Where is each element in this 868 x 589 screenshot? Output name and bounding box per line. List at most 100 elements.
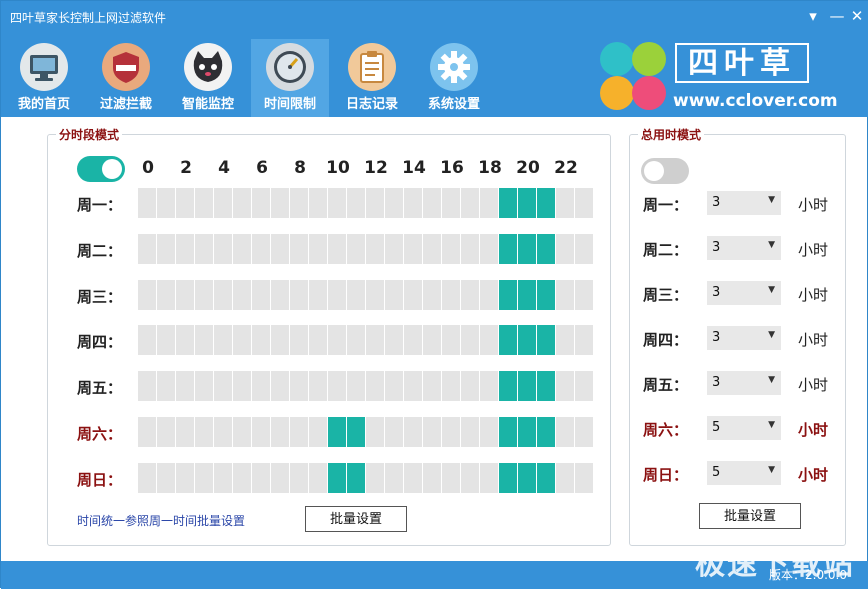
hour-cell[interactable] — [480, 417, 498, 447]
hour-cell[interactable] — [366, 188, 384, 218]
hour-cell[interactable] — [518, 371, 536, 402]
hour-cell[interactable] — [138, 417, 156, 447]
hour-cell[interactable] — [157, 325, 175, 356]
hour-cell[interactable] — [404, 371, 422, 402]
nav-settings[interactable]: 系统设置 — [415, 39, 493, 117]
hour-cell[interactable] — [556, 462, 574, 493]
hour-cell[interactable] — [233, 325, 251, 356]
hour-cell[interactable] — [233, 188, 251, 218]
hour-cell[interactable] — [214, 233, 232, 264]
hours-select[interactable]: 3 ▼ — [707, 191, 781, 215]
hour-cell[interactable] — [480, 371, 498, 402]
hour-cell[interactable] — [461, 462, 479, 493]
hour-cell[interactable] — [233, 279, 251, 310]
hour-cell[interactable] — [176, 417, 194, 447]
hour-cell[interactable] — [195, 233, 213, 264]
hour-cell[interactable] — [347, 233, 365, 264]
hour-cell[interactable] — [271, 417, 289, 447]
nav-monitor[interactable]: 智能监控 — [169, 39, 247, 117]
hour-cell[interactable] — [480, 188, 498, 218]
batch-set-button[interactable]: 批量设置 — [305, 506, 407, 532]
hour-cell[interactable] — [556, 371, 574, 402]
hour-cell[interactable] — [480, 279, 498, 310]
hour-cell[interactable] — [309, 417, 327, 447]
hours-select[interactable]: 3 ▼ — [707, 236, 781, 260]
hour-cell[interactable] — [366, 417, 384, 447]
hour-cell[interactable] — [214, 279, 232, 310]
hour-cell[interactable] — [404, 417, 422, 447]
hour-cell[interactable] — [575, 233, 593, 264]
hour-cell[interactable] — [328, 279, 346, 310]
hour-cell[interactable] — [575, 462, 593, 493]
hour-cell[interactable] — [195, 188, 213, 218]
hour-cell[interactable] — [537, 279, 555, 310]
hour-cell[interactable] — [157, 417, 175, 447]
hour-cell[interactable] — [214, 371, 232, 402]
hour-cell[interactable] — [385, 371, 403, 402]
hour-cell[interactable] — [385, 417, 403, 447]
hour-cell[interactable] — [366, 325, 384, 356]
hour-cell[interactable] — [461, 233, 479, 264]
hour-cell[interactable] — [366, 462, 384, 493]
hour-cell[interactable] — [442, 279, 460, 310]
hour-cell[interactable] — [575, 417, 593, 447]
hour-cell[interactable] — [347, 462, 365, 493]
hour-cell[interactable] — [442, 417, 460, 447]
hour-cell[interactable] — [404, 279, 422, 310]
hour-cell[interactable] — [480, 325, 498, 356]
hour-cell[interactable] — [138, 279, 156, 310]
hour-cell[interactable] — [423, 462, 441, 493]
hour-cell[interactable] — [176, 279, 194, 310]
hour-cell[interactable] — [214, 417, 232, 447]
hour-cell[interactable] — [347, 188, 365, 218]
hour-cell[interactable] — [442, 462, 460, 493]
nav-logs[interactable]: 日志记录 — [333, 39, 411, 117]
hour-cell[interactable] — [290, 371, 308, 402]
hour-cell[interactable] — [290, 325, 308, 356]
hour-cell[interactable] — [176, 325, 194, 356]
hour-cell[interactable] — [385, 325, 403, 356]
hour-cell[interactable] — [271, 233, 289, 264]
hours-select[interactable]: 3 ▼ — [707, 281, 781, 305]
hour-cell[interactable] — [157, 233, 175, 264]
hour-cell[interactable] — [252, 233, 270, 264]
hour-cell[interactable] — [176, 188, 194, 218]
hour-cell[interactable] — [252, 371, 270, 402]
hour-cell[interactable] — [157, 188, 175, 218]
hour-cell[interactable] — [404, 188, 422, 218]
hour-cell[interactable] — [480, 462, 498, 493]
hour-cell[interactable] — [499, 188, 517, 218]
hour-cell[interactable] — [442, 371, 460, 402]
hour-cell[interactable] — [537, 325, 555, 356]
hour-cell[interactable] — [461, 371, 479, 402]
hour-cell[interactable] — [518, 279, 536, 310]
hour-cell[interactable] — [309, 325, 327, 356]
hour-cell[interactable] — [347, 417, 365, 447]
hour-cell[interactable] — [157, 371, 175, 402]
hour-cell[interactable] — [195, 325, 213, 356]
hour-cell[interactable] — [385, 279, 403, 310]
hour-cell[interactable] — [423, 325, 441, 356]
hour-cell[interactable] — [290, 417, 308, 447]
segment-mode-toggle[interactable] — [77, 156, 125, 182]
hour-cell[interactable] — [404, 462, 422, 493]
hour-cell[interactable] — [347, 279, 365, 310]
hour-cell[interactable] — [138, 371, 156, 402]
hour-cell[interactable] — [461, 417, 479, 447]
hour-cell[interactable] — [195, 417, 213, 447]
hour-cell[interactable] — [423, 233, 441, 264]
hour-cell[interactable] — [404, 325, 422, 356]
hour-cell[interactable] — [271, 188, 289, 218]
hour-cell[interactable] — [556, 417, 574, 447]
hour-cell[interactable] — [347, 325, 365, 356]
hour-cell[interactable] — [290, 188, 308, 218]
hour-cell[interactable] — [556, 233, 574, 264]
hour-cell[interactable] — [556, 188, 574, 218]
hour-cell[interactable] — [575, 325, 593, 356]
hour-cell[interactable] — [499, 325, 517, 356]
hour-cell[interactable] — [233, 371, 251, 402]
hour-cell[interactable] — [176, 462, 194, 493]
hour-cell[interactable] — [575, 371, 593, 402]
hour-cell[interactable] — [461, 279, 479, 310]
hour-cell[interactable] — [404, 233, 422, 264]
